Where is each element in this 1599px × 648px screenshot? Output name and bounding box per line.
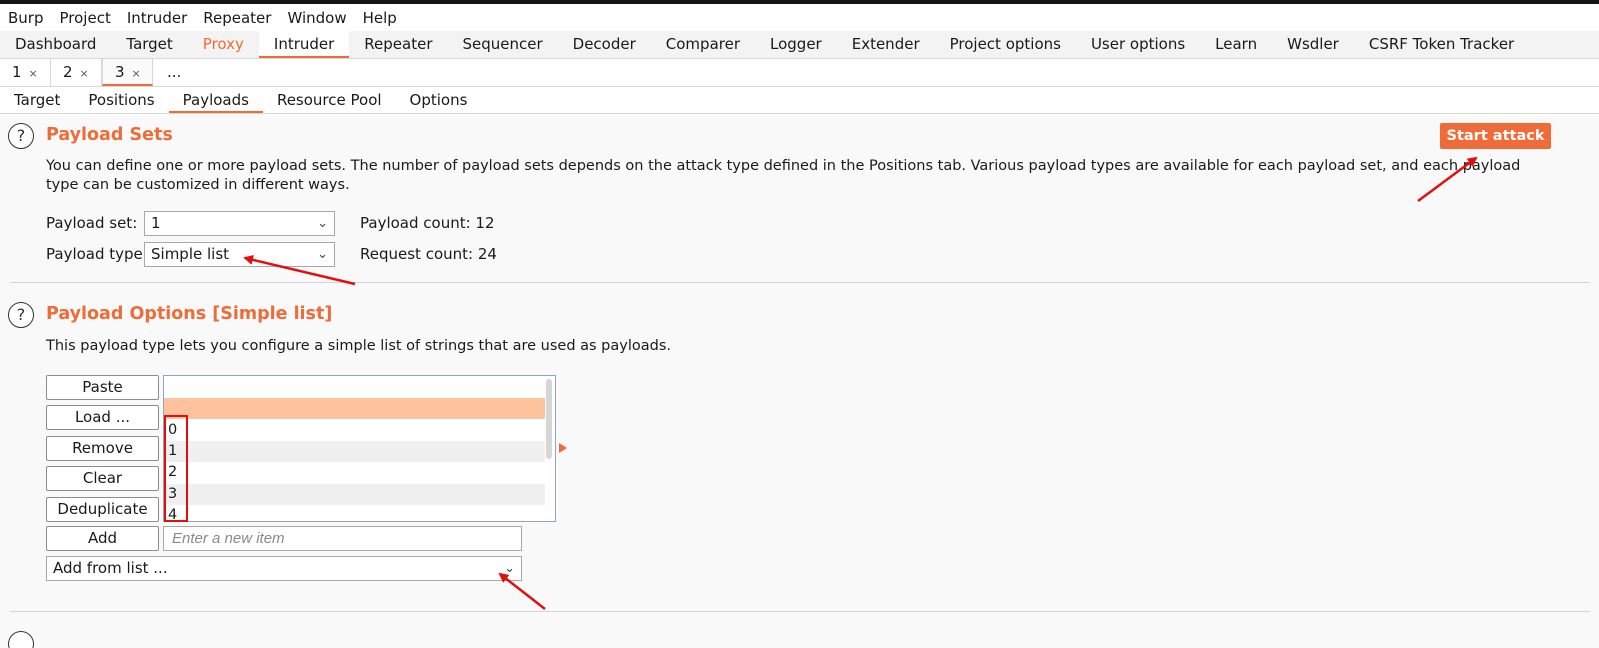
annotation-arrows [243,156,1478,610]
arrow-to-add-from-list [498,572,546,610]
arrow-to-start-attack [1417,156,1478,203]
arrow-to-payload-type [243,254,356,286]
